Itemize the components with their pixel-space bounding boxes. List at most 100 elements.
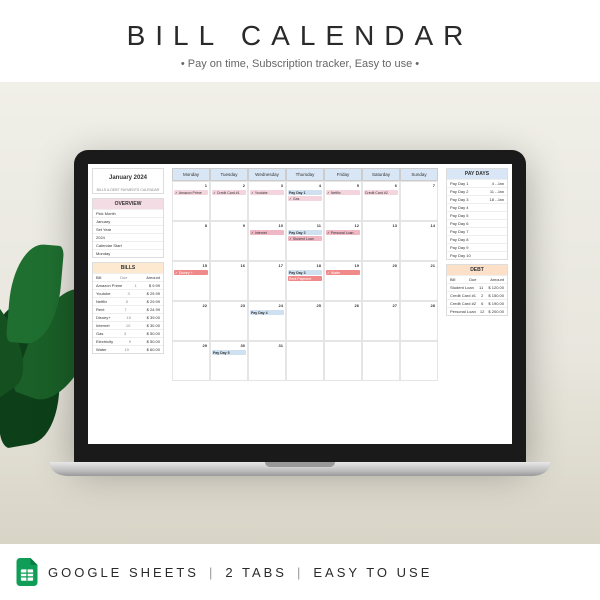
- calendar-cell[interactable]: 12✓ Personal Loan: [324, 221, 362, 261]
- calendar-cell[interactable]: 16: [210, 261, 248, 301]
- list-item[interactable]: January: [93, 217, 163, 225]
- calendar-cell[interactable]: 10✓ Internet: [248, 221, 286, 261]
- calendar-cell[interactable]: 20: [362, 261, 400, 301]
- list-item[interactable]: Personal Loan12$ 200.00: [447, 307, 507, 315]
- calendar-item[interactable]: Pay Day 5: [212, 350, 246, 355]
- list-item[interactable]: Student Loan11$ 120.00: [447, 283, 507, 291]
- spreadsheet-screen[interactable]: January 2024 BILLS & DEBT PAYMENTS CALEN…: [88, 164, 512, 444]
- calendar-item[interactable]: ✓ Student Loan: [288, 236, 322, 241]
- calendar-item[interactable]: ✓ Youtube: [250, 190, 284, 195]
- month-panel: January 2024 BILLS & DEBT PAYMENTS CALEN…: [92, 168, 164, 194]
- list-item[interactable]: Amazon Prime1$ 9.99: [93, 281, 163, 289]
- list-item[interactable]: Credit Card #12$ 150.00: [447, 291, 507, 299]
- calendar-cell[interactable]: 28: [400, 301, 438, 341]
- list-item[interactable]: Rent7$ 24.99: [93, 305, 163, 313]
- list-item[interactable]: Pay Day 14 - Jan: [447, 179, 507, 187]
- footer-banner: GOOGLE SHEETS | 2 TABS | EASY TO USE: [0, 544, 600, 600]
- calendar-cell[interactable]: 13: [362, 221, 400, 261]
- calendar-cell[interactable]: [324, 341, 362, 381]
- calendar-cell[interactable]: 5✓ Netflix: [324, 181, 362, 221]
- list-item[interactable]: Pick Month: [93, 209, 163, 217]
- calendar-cell[interactable]: 2✓ Credit Card #1: [210, 181, 248, 221]
- list-item[interactable]: Pay Day 4: [447, 203, 507, 211]
- list-item[interactable]: Water19$ 60.00: [93, 345, 163, 353]
- calendar-cell[interactable]: 21: [400, 261, 438, 301]
- day-header: Saturday: [362, 168, 400, 181]
- header-banner: BILL CALENDAR • Pay on time, Subscriptio…: [0, 0, 600, 82]
- cell-date: 25: [317, 303, 321, 308]
- calendar-item[interactable]: ✓ Internet: [250, 230, 284, 235]
- calendar-cell[interactable]: 24Pay Day 4: [248, 301, 286, 341]
- calendar-cell[interactable]: 26: [324, 301, 362, 341]
- calendar-cell[interactable]: 4Pay Day 1✓ Gas: [286, 181, 324, 221]
- calendar-cell[interactable]: 23: [210, 301, 248, 341]
- calendar-cell[interactable]: 15✓ Disney +: [172, 261, 210, 301]
- list-item[interactable]: Pay Day 318 - Jan: [447, 195, 507, 203]
- list-item[interactable]: Pay Day 8: [447, 235, 507, 243]
- calendar-item[interactable]: Pay Day 1: [288, 190, 322, 195]
- calendar-cell[interactable]: 29: [172, 341, 210, 381]
- calendar-item[interactable]: Credit Card #2: [364, 190, 398, 195]
- list-item[interactable]: Youtube3$ 29.99: [93, 289, 163, 297]
- cell-date: 3: [281, 183, 283, 188]
- calendar-cell[interactable]: 1✓ Amazon Prime: [172, 181, 210, 221]
- calendar-item[interactable]: ✓ Netflix: [326, 190, 360, 195]
- calendar-cell[interactable]: 6 Credit Card #2: [362, 181, 400, 221]
- list-item[interactable]: Electricity9$ 50.00: [93, 337, 163, 345]
- day-header: Sunday: [400, 168, 438, 181]
- calendar-item[interactable]: ✓ Gas: [288, 196, 322, 201]
- calendar-item[interactable]: Pay Day 4: [250, 310, 284, 315]
- calendar-item[interactable]: ✓ Disney +: [174, 270, 208, 275]
- cell-date: 13: [393, 223, 397, 228]
- calendar-cell[interactable]: 19✓ Water: [324, 261, 362, 301]
- calendar-body[interactable]: 1✓ Amazon Prime2✓ Credit Card #1 3 ✓ Youtu…: [172, 181, 438, 381]
- list-item[interactable]: Monday: [93, 249, 163, 257]
- paydays-rows: Pay Day 14 - JanPay Day 211 - JanPay Day…: [447, 179, 507, 259]
- calendar-item[interactable]: Pay Day 3: [288, 270, 322, 275]
- cell-date: 21: [431, 263, 435, 268]
- calendar-cell[interactable]: 17: [248, 261, 286, 301]
- calendar-cell[interactable]: 3 ✓ Youtube: [248, 181, 286, 221]
- list-item[interactable]: Pay Day 6: [447, 219, 507, 227]
- calendar-cell[interactable]: 30Pay Day 5: [210, 341, 248, 381]
- calendar-cell[interactable]: 31: [248, 341, 286, 381]
- list-item[interactable]: Pay Day 211 - Jan: [447, 187, 507, 195]
- list-item[interactable]: Internet10$ 30.00: [93, 321, 163, 329]
- cell-date: 11: [317, 223, 321, 228]
- calendar-cell[interactable]: 18Pay Day 3Rent Payment: [286, 261, 324, 301]
- calendar-item[interactable]: ✓ Credit Card #1: [212, 190, 246, 195]
- list-item[interactable]: Pay Day 9: [447, 243, 507, 251]
- calendar-cell[interactable]: [286, 341, 324, 381]
- calendar-cell[interactable]: [362, 341, 400, 381]
- calendar-cell[interactable]: 25: [286, 301, 324, 341]
- calendar-week: 15✓ Disney +161718Pay Day 3Rent Payment1…: [172, 261, 438, 301]
- google-sheets-icon: [16, 558, 38, 586]
- calendar-cell[interactable]: 7: [400, 181, 438, 221]
- calendar-cell[interactable]: 8: [172, 221, 210, 261]
- calendar-item[interactable]: ✓ Water: [326, 270, 360, 275]
- cell-date: 6: [395, 183, 397, 188]
- list-item[interactable]: Credit Card #26$ 190.00: [447, 299, 507, 307]
- list-item[interactable]: Pay Day 5: [447, 211, 507, 219]
- calendar-cell[interactable]: 11 Pay Day 2✓ Student Loan: [286, 221, 324, 261]
- list-item[interactable]: Netflix5$ 29.99: [93, 297, 163, 305]
- cell-date: 29: [203, 343, 207, 348]
- list-item[interactable]: Pay Day 7: [447, 227, 507, 235]
- list-item[interactable]: Pay Day 10: [447, 251, 507, 259]
- calendar-cell[interactable]: 27: [362, 301, 400, 341]
- calendar-cell[interactable]: 9: [210, 221, 248, 261]
- page-subtitle: • Pay on time, Subscription tracker, Eas…: [0, 58, 600, 70]
- calendar-item[interactable]: ✓ Amazon Prime: [174, 190, 208, 195]
- calendar-cell[interactable]: [400, 341, 438, 381]
- list-item[interactable]: Gas3$ 50.00: [93, 329, 163, 337]
- left-sidebar: January 2024 BILLS & DEBT PAYMENTS CALEN…: [88, 164, 168, 444]
- list-item[interactable]: Disney+15$ 39.00: [93, 313, 163, 321]
- list-item[interactable]: Calendar Start: [93, 241, 163, 249]
- list-item[interactable]: 2024: [93, 233, 163, 241]
- list-item[interactable]: Set Year: [93, 225, 163, 233]
- calendar-item[interactable]: Pay Day 2: [288, 230, 322, 235]
- calendar-cell[interactable]: 14: [400, 221, 438, 261]
- calendar-cell[interactable]: 22: [172, 301, 210, 341]
- calendar-item[interactable]: Rent Payment: [288, 276, 322, 281]
- calendar-item[interactable]: ✓ Personal Loan: [326, 230, 360, 235]
